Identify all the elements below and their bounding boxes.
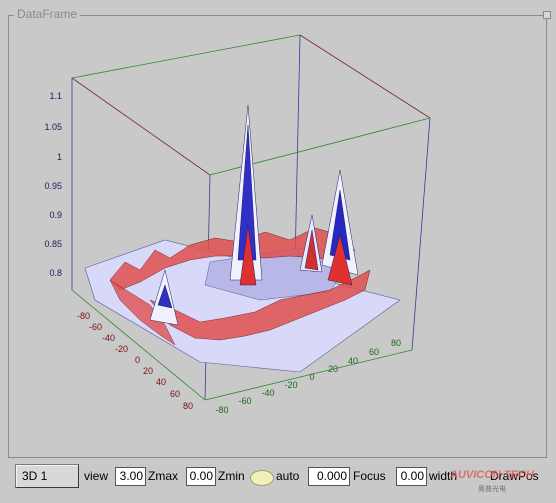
zmin-field[interactable]: 0.00	[186, 467, 216, 486]
x-tick: 0	[309, 372, 314, 382]
frame-resize-handle[interactable]	[543, 11, 551, 19]
y-tick: 20	[143, 366, 153, 376]
y-tick: 60	[170, 389, 180, 399]
x-tick: 40	[348, 356, 358, 366]
z-tick: 0.9	[49, 210, 62, 220]
x-tick: 60	[369, 347, 379, 357]
z-axis: 1.1 1.05 1 0.95 0.9 0.85 0.8	[44, 91, 62, 278]
y-tick: -80	[77, 311, 90, 321]
y-tick: 40	[156, 377, 166, 387]
x-tick: -60	[238, 396, 251, 406]
focus-label: Focus	[353, 469, 386, 483]
zmax-label: Zmax	[148, 469, 178, 483]
z-tick: 1.1	[49, 91, 62, 101]
zmin-label: Zmin	[218, 469, 245, 483]
view-label: view	[84, 469, 109, 483]
x-tick: 20	[328, 364, 338, 374]
company-logo: AUVICON TECH 奥普光电	[450, 469, 535, 493]
z-tick: 0.85	[44, 239, 62, 249]
y-tick: -60	[89, 322, 102, 332]
z-tick: 0.95	[44, 181, 62, 191]
z-tick: 1	[57, 152, 62, 162]
auto-toggle[interactable]	[250, 470, 274, 486]
frame-title: DataFrame	[14, 7, 81, 21]
y-tick: -20	[115, 344, 128, 354]
x-tick: -80	[215, 405, 228, 415]
z-tick: 0.8	[49, 268, 62, 278]
y-tick: 0	[135, 355, 140, 365]
z-tick: 1.05	[44, 122, 62, 132]
x-tick: 80	[391, 338, 401, 348]
y-tick: -40	[102, 333, 115, 343]
focus-field[interactable]: 0.000	[308, 467, 350, 486]
y-tick: 80	[183, 401, 193, 411]
x-tick: -20	[284, 380, 297, 390]
logo-subtext: 奥普光电	[478, 484, 506, 493]
zmax-field[interactable]: 3.00	[115, 467, 146, 486]
surface-plot-3d[interactable]: 1.1 1.05 1 0.95 0.9 0.85 0.8 -80 -60 -40…	[10, 25, 440, 420]
x-tick: -40	[261, 388, 274, 398]
auto-label: auto	[276, 469, 300, 483]
view-mode-button[interactable]: 3D 1	[15, 464, 79, 488]
width-field[interactable]: 0.00	[396, 467, 427, 486]
logo-text: AUVICON TECH	[450, 469, 535, 481]
